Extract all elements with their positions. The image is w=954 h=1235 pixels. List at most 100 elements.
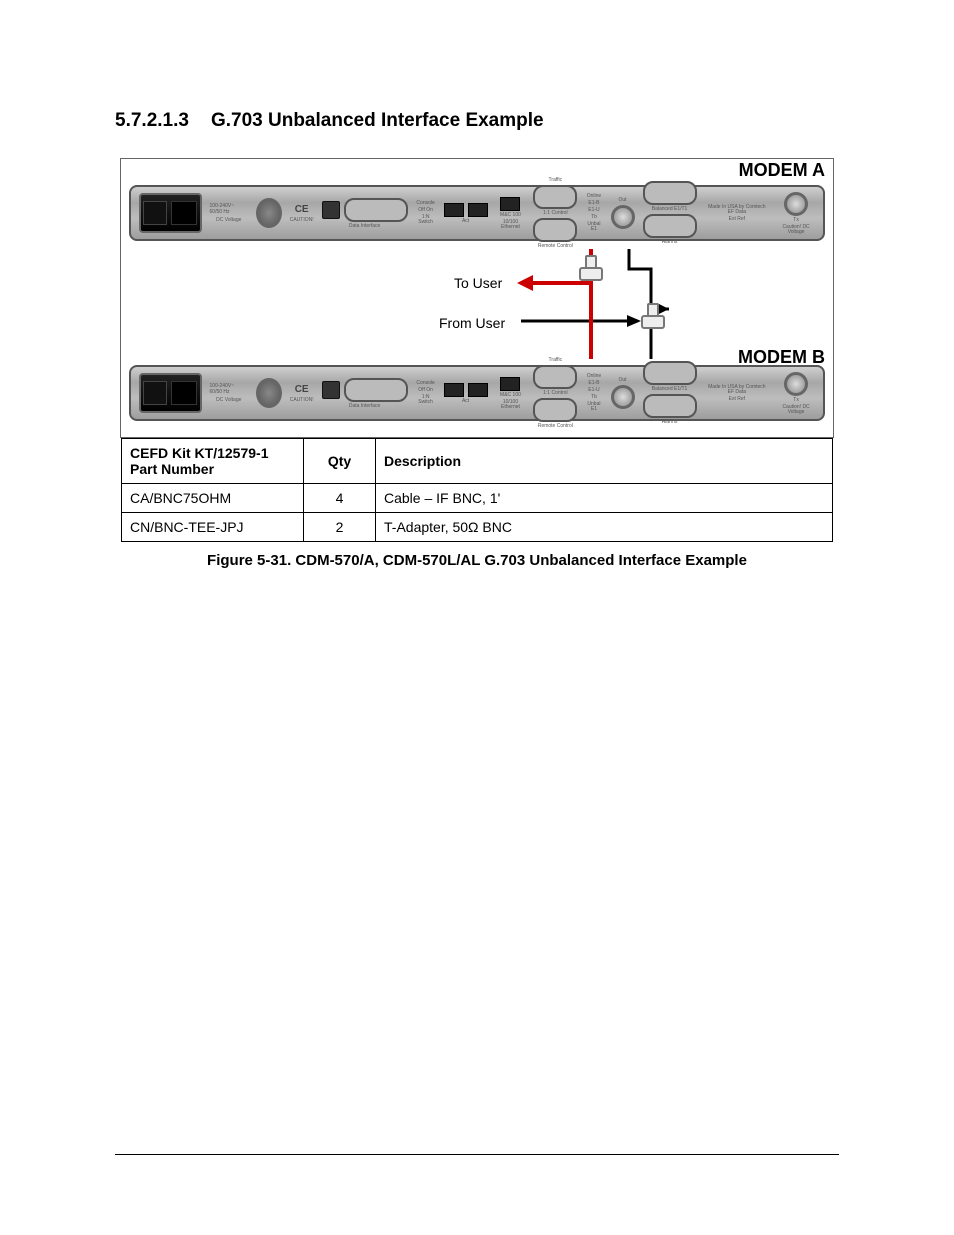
label-unbal-e1: Unbal E1 bbox=[585, 402, 602, 412]
label-caution-dc: Caution! DC Voltage bbox=[777, 405, 815, 415]
db-connector-icon bbox=[643, 361, 697, 385]
cell-qty: 4 bbox=[304, 484, 376, 513]
bnc-connector-icon bbox=[784, 192, 808, 216]
modem-b-panel: 100-240V~ 60/50 Hz DC Voltage CE CAUTION… bbox=[129, 365, 825, 421]
fan-icon bbox=[256, 198, 282, 228]
label-data-interface: Data Interface bbox=[349, 224, 380, 229]
power-inlet-icon bbox=[171, 381, 197, 405]
label-e1u: E1-U bbox=[588, 388, 599, 393]
led-icon bbox=[322, 381, 340, 399]
label-ext-ref: Ext Ref bbox=[729, 397, 745, 402]
cell-desc: T-Adapter, 50Ω BNC bbox=[376, 513, 833, 542]
power-switch-icon bbox=[143, 381, 167, 405]
bnc-connector-icon bbox=[784, 372, 808, 396]
label-on-off: Off On bbox=[418, 388, 433, 393]
db9-connector-icon bbox=[533, 218, 577, 242]
rj45-icon bbox=[500, 197, 520, 211]
label-traffic: Traffic bbox=[549, 178, 563, 183]
label-act: Act bbox=[462, 219, 469, 224]
ce-mark-icon: CE bbox=[295, 384, 309, 395]
cell-qty: 2 bbox=[304, 513, 376, 542]
cell-desc: Cable – IF BNC, 1' bbox=[376, 484, 833, 513]
label-act: Act bbox=[462, 399, 469, 404]
label-balanced: Balanced E1/T1 bbox=[652, 207, 688, 212]
db-connector-icon bbox=[344, 378, 408, 402]
label-caution: CAUTION! bbox=[290, 397, 314, 403]
label-1n-switch: 1:N Switch bbox=[416, 395, 436, 405]
label-1n-switch: 1:N Switch bbox=[416, 215, 436, 225]
db9-connector-icon bbox=[533, 365, 577, 389]
ce-mark-icon: CE bbox=[295, 204, 309, 215]
figure-caption: Figure 5-31. CDM-570/A, CDM-570L/AL G.70… bbox=[115, 552, 839, 569]
rj45-icon bbox=[468, 383, 488, 397]
label-e1u: E1-U bbox=[588, 208, 599, 213]
label-balanced: Balanced E1/T1 bbox=[652, 387, 688, 392]
label-online: Online bbox=[587, 374, 601, 379]
led-icon bbox=[322, 201, 340, 219]
cell-part: CA/BNC75OHM bbox=[122, 484, 304, 513]
footer-rule bbox=[115, 1154, 839, 1155]
label-alarms: Alarms bbox=[662, 240, 678, 245]
label-on-off: Off On bbox=[418, 208, 433, 213]
db-connector-icon bbox=[643, 181, 697, 205]
label-e1b: E1-B bbox=[588, 381, 599, 386]
rj45-icon bbox=[468, 203, 488, 217]
label-mc-100: M&C 100 bbox=[500, 213, 521, 218]
label-to-user: To User bbox=[454, 275, 502, 291]
db9-connector-icon bbox=[533, 398, 577, 422]
col-qty: Qty bbox=[304, 439, 376, 484]
label-from-user: From User bbox=[439, 315, 505, 331]
power-switch-icon bbox=[143, 201, 167, 225]
label-console: Console bbox=[416, 201, 434, 206]
label-1-1-control: 1:1 Control bbox=[543, 211, 567, 216]
label-online: Online bbox=[587, 194, 601, 199]
power-module-icon bbox=[139, 193, 202, 233]
label-unbal-e1: Unbal E1 bbox=[585, 222, 602, 232]
label-traffic: Traffic bbox=[549, 358, 563, 363]
label-ext-ref: Ext Ref bbox=[729, 217, 745, 222]
cell-part: CN/BNC-TEE-JPJ bbox=[122, 513, 304, 542]
label-remote-control: Remote Control bbox=[538, 424, 573, 429]
label-alarms: Alarms bbox=[662, 420, 678, 425]
label-tx: Tx bbox=[793, 218, 799, 223]
power-inlet-icon bbox=[171, 201, 197, 225]
label-out: Out bbox=[619, 198, 627, 203]
t-adapter-icon bbox=[571, 261, 607, 291]
label-remote-control: Remote Control bbox=[538, 244, 573, 249]
label-ac-range: 100-240V~ 60/50 Hz bbox=[210, 203, 248, 215]
label-tb: Tb bbox=[591, 395, 597, 400]
t-adapter-icon bbox=[633, 309, 669, 339]
label-tb: Tb bbox=[591, 215, 597, 220]
rj45-icon bbox=[444, 203, 464, 217]
rj45-icon bbox=[500, 377, 520, 391]
label-caution: CAUTION! bbox=[290, 217, 314, 223]
bnc-connector-icon bbox=[611, 385, 635, 409]
bnc-connector-icon bbox=[611, 205, 635, 229]
table-row: CA/BNC75OHM 4 Cable – IF BNC, 1' bbox=[122, 484, 833, 513]
label-caution-dc: Caution! DC Voltage bbox=[777, 225, 815, 235]
section-number: 5.7.2.1.3 bbox=[115, 110, 189, 132]
db-connector-icon bbox=[344, 198, 408, 222]
label-dc-voltage: DC Voltage bbox=[216, 217, 241, 223]
section-title: G.703 Unbalanced Interface Example bbox=[211, 110, 544, 132]
label-tx: Tx bbox=[793, 398, 799, 403]
parts-table: CEFD Kit KT/12579-1 Part Number Qty Desc… bbox=[121, 438, 833, 542]
table-header-row: CEFD Kit KT/12579-1 Part Number Qty Desc… bbox=[122, 439, 833, 484]
db-connector-icon bbox=[643, 214, 697, 238]
col-part: CEFD Kit KT/12579-1 Part Number bbox=[122, 439, 304, 484]
label-data-interface: Data Interface bbox=[349, 404, 380, 409]
power-module-icon bbox=[139, 373, 202, 413]
label-ac-range: 100-240V~ 60/50 Hz bbox=[210, 383, 248, 395]
section-heading: 5.7.2.1.3 G.703 Unbalanced Interface Exa… bbox=[115, 110, 839, 132]
db-connector-icon bbox=[643, 394, 697, 418]
label-1-1-control: 1:1 Control bbox=[543, 391, 567, 396]
label-out: Out bbox=[619, 378, 627, 383]
label-e1b: E1-B bbox=[588, 201, 599, 206]
label-made-in-usa: Made In USA by Comtech EF Data bbox=[705, 205, 770, 215]
label-mc-100: M&C 100 bbox=[500, 393, 521, 398]
wiring-svg bbox=[121, 249, 833, 359]
label-made-in-usa: Made In USA by Comtech EF Data bbox=[705, 385, 770, 395]
figure-diagram: MODEM A 100-240V~ 60/50 Hz DC Voltage CE… bbox=[120, 158, 834, 438]
label-ethernet: 10/100 Ethernet bbox=[496, 220, 526, 230]
db9-connector-icon bbox=[533, 185, 577, 209]
